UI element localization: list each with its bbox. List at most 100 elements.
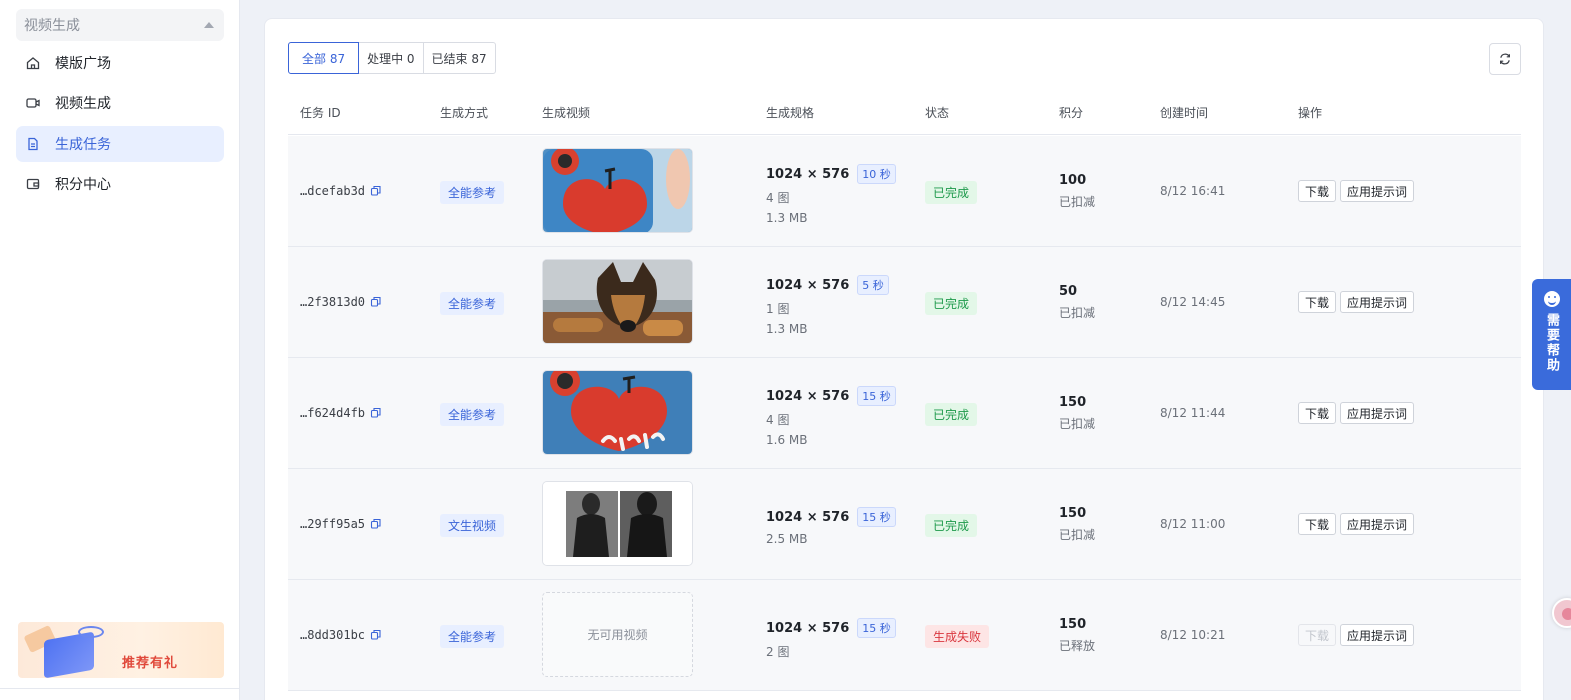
duration-tag: 15 秒: [857, 618, 896, 638]
sidebar-item-generation-tasks[interactable]: 生成任务: [16, 126, 224, 162]
points-value: 50: [1059, 284, 1078, 299]
points-value: 100: [1059, 173, 1087, 188]
table-row: …f624d4fb 全能参考 1024 × 576 15 秒 4 图 1.6 MB…: [288, 358, 1521, 469]
col-created: 创建时间: [1160, 106, 1209, 120]
promo-text: 推荐有礼: [122, 656, 179, 671]
duration-tag: 10 秒: [857, 164, 896, 184]
apply-prompt-button[interactable]: 应用提示词: [1340, 624, 1415, 646]
tab-all[interactable]: 全部 87: [288, 42, 360, 74]
points-cell: 150 已释放: [1059, 617, 1095, 654]
points-note: 已释放: [1059, 639, 1096, 653]
sidebar-group-header[interactable]: 视频生成: [16, 9, 224, 41]
points-value: 150: [1059, 395, 1087, 410]
image-count: 1 图: [766, 302, 790, 316]
sidebar-item-label: 视频生成: [55, 96, 111, 112]
tab-processing[interactable]: 处理中 0: [358, 42, 424, 74]
spec-cell: 1024 × 576 15 秒 2 图: [766, 618, 896, 660]
actions-cell: 下载 应用提示词: [1298, 624, 1418, 646]
sidebar: 视频生成 模版广场 视频生成 生成任务 积分中心 推荐有礼: [0, 0, 240, 700]
sidebar-item-template-plaza[interactable]: 模版广场: [16, 45, 224, 81]
smiley-icon: [1543, 291, 1560, 307]
image-count: 4 图: [766, 191, 790, 205]
task-id: …dcefab3d: [300, 184, 366, 198]
referral-promo-banner[interactable]: 推荐有礼: [18, 622, 224, 678]
col-spec: 生成规格: [766, 106, 815, 120]
video-thumbnail-image: [543, 371, 692, 454]
apply-prompt-button[interactable]: 应用提示词: [1340, 402, 1415, 424]
points-note: 已扣减: [1059, 306, 1096, 320]
divider: [0, 688, 240, 689]
help-widget[interactable]: 需要帮助: [1532, 279, 1571, 390]
points-value: 150: [1059, 506, 1087, 521]
sidebar-item-label: 积分中心: [55, 177, 111, 193]
table-row: …29ff95a5 文生视频 1024 × 576 15 秒 2.5 MB 已完成…: [288, 469, 1521, 580]
apply-prompt-button[interactable]: 应用提示词: [1340, 291, 1415, 313]
status-badge: 已完成: [925, 181, 978, 204]
chevron-up-icon: [204, 22, 214, 28]
video-placeholder: 无可用视频: [542, 592, 693, 677]
col-method: 生成方式: [440, 106, 489, 120]
download-button[interactable]: 下载: [1298, 291, 1337, 313]
video-thumbnail[interactable]: [542, 259, 693, 344]
video-thumbnail[interactable]: [542, 481, 693, 566]
gift-box-icon: [44, 631, 94, 678]
created-time: 8/12 14:45: [1160, 295, 1226, 309]
points-cell: 100 已扣减: [1059, 173, 1095, 210]
status-badge: 已完成: [925, 292, 978, 315]
download-button[interactable]: 下载: [1298, 402, 1337, 424]
created-time: 8/12 10:21: [1160, 628, 1226, 642]
task-id: …8dd301bc: [300, 628, 366, 642]
task-id-cell: …2f3813d0: [300, 295, 382, 309]
floating-assistant-icon[interactable]: [1552, 598, 1571, 628]
document-icon: [25, 136, 41, 152]
task-id: …f624d4fb: [300, 406, 366, 420]
download-button: 下载: [1298, 624, 1337, 646]
created-time: 8/12 11:00: [1160, 517, 1226, 531]
wallet-icon: [25, 176, 41, 192]
video-thumbnail[interactable]: [542, 148, 693, 233]
points-cell: 150 已扣减: [1059, 506, 1095, 543]
points-note: 已扣减: [1059, 417, 1096, 431]
spec-cell: 1024 × 576 15 秒 4 图 1.6 MB: [766, 386, 896, 447]
home-icon: [25, 55, 41, 71]
copy-icon[interactable]: [370, 296, 382, 308]
refresh-icon: [1500, 53, 1510, 65]
apply-prompt-button[interactable]: 应用提示词: [1340, 180, 1415, 202]
download-button[interactable]: 下载: [1298, 180, 1337, 202]
status-filter-tabs: 全部 87 处理中 0 已结束 87: [288, 42, 496, 74]
refresh-button[interactable]: [1489, 43, 1521, 75]
duration-tag: 15 秒: [857, 386, 896, 406]
col-task-id: 任务 ID: [300, 106, 341, 120]
copy-icon[interactable]: [370, 185, 382, 197]
copy-icon[interactable]: [370, 407, 382, 419]
table-header: 任务 ID 生成方式 生成视频 生成规格 状态 积分 创建时间 操作: [288, 95, 1521, 135]
download-button[interactable]: 下载: [1298, 513, 1337, 535]
created-time: 8/12 16:41: [1160, 184, 1226, 198]
copy-icon[interactable]: [370, 629, 382, 641]
col-status: 状态: [925, 106, 950, 120]
task-id-cell: …dcefab3d: [300, 184, 382, 198]
task-id-cell: …29ff95a5: [300, 517, 382, 531]
spec-cell: 1024 × 576 10 秒 4 图 1.3 MB: [766, 164, 896, 225]
resolution: 1024 × 576: [766, 166, 850, 182]
sidebar-group-label: 视频生成: [24, 18, 80, 34]
method-tag: 文生视频: [440, 514, 505, 537]
sidebar-item-video-generation[interactable]: 视频生成: [16, 85, 224, 121]
help-label: 需要帮助: [1544, 313, 1559, 373]
method-tag: 全能参考: [440, 403, 505, 426]
points-note: 已扣减: [1059, 528, 1096, 542]
file-size: 1.3 MB: [766, 322, 808, 336]
copy-icon[interactable]: [370, 518, 382, 530]
resolution: 1024 × 576: [766, 509, 850, 525]
resolution: 1024 × 576: [766, 388, 850, 404]
table-row: …2f3813d0 全能参考 1024 × 576 5 秒 1 图 1.3 MB …: [288, 247, 1521, 358]
sidebar-item-points-center[interactable]: 积分中心: [16, 166, 224, 202]
sidebar-item-label: 模版广场: [55, 56, 111, 72]
file-size: 1.3 MB: [766, 211, 808, 225]
video-thumbnail[interactable]: [542, 370, 693, 455]
resolution: 1024 × 576: [766, 277, 850, 293]
table-row: …8dd301bc 全能参考 无可用视频 1024 × 576 15 秒 2 图 …: [288, 580, 1521, 691]
apply-prompt-button[interactable]: 应用提示词: [1340, 513, 1415, 535]
method-tag: 全能参考: [440, 292, 505, 315]
tab-finished[interactable]: 已结束 87: [422, 42, 496, 74]
